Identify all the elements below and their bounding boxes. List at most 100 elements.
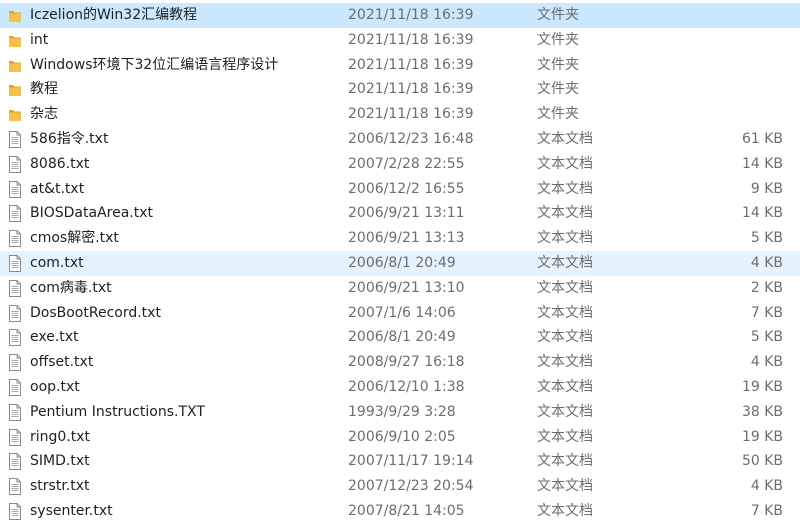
file-date-modified: 2021/11/18 16:39 bbox=[348, 31, 474, 48]
file-name: 586指令.txt bbox=[30, 130, 109, 147]
file-name: Iczelion的Win32汇编教程 bbox=[30, 7, 198, 23]
file-name: int bbox=[30, 31, 49, 48]
text-file-icon bbox=[8, 279, 22, 297]
file-size: 4 KB bbox=[750, 254, 783, 271]
text-file-icon bbox=[8, 205, 22, 223]
file-name: com病毒.txt bbox=[30, 279, 112, 296]
file-date-modified: 2007/8/21 14:05 bbox=[348, 502, 465, 519]
file-date-modified: 2007/2/28 22:55 bbox=[348, 155, 465, 172]
file-date-modified: 2021/11/18 16:39 bbox=[348, 106, 474, 123]
text-file-icon bbox=[8, 453, 22, 471]
file-date-modified: 2006/9/21 13:10 bbox=[348, 279, 465, 296]
file-type: 文本文档 bbox=[537, 155, 593, 172]
file-date-modified: 2006/12/10 1:38 bbox=[348, 378, 465, 395]
file-size: 5 KB bbox=[750, 329, 783, 346]
file-type: 文本文档 bbox=[537, 354, 593, 371]
file-row[interactable]: 8086.txt 2007/2/28 22:55 文本文档 14 KB bbox=[0, 152, 800, 177]
file-type: 文件夹 bbox=[537, 56, 579, 73]
file-name: DosBootRecord.txt bbox=[30, 304, 161, 321]
file-type: 文件夹 bbox=[537, 106, 579, 123]
file-list: Iczelion的Win32汇编教程 2021/11/18 16:39 文件夹 … bbox=[0, 3, 800, 524]
file-date-modified: 2007/12/23 20:54 bbox=[348, 478, 474, 495]
file-type: 文本文档 bbox=[537, 478, 593, 495]
file-name: offset.txt bbox=[30, 354, 94, 371]
text-file-icon bbox=[8, 502, 22, 520]
file-date-modified: 2007/11/17 19:14 bbox=[348, 453, 474, 470]
file-row[interactable]: Windows环境下32位汇编语言程序设计 2021/11/18 16:39 文… bbox=[0, 53, 800, 78]
text-file-icon bbox=[8, 329, 22, 347]
file-size: 4 KB bbox=[750, 478, 783, 495]
file-date-modified: 2008/9/27 16:18 bbox=[348, 354, 465, 371]
file-row[interactable]: int 2021/11/18 16:39 文件夹 bbox=[0, 28, 800, 53]
file-type: 文本文档 bbox=[537, 378, 593, 395]
file-row[interactable]: DosBootRecord.txt 2007/1/6 14:06 文本文档 7 … bbox=[0, 301, 800, 326]
file-name: oop.txt bbox=[30, 378, 80, 395]
file-size: 19 KB bbox=[741, 428, 783, 445]
text-file-icon bbox=[8, 155, 22, 173]
file-row[interactable]: BIOSDataArea.txt 2006/9/21 13:11 文本文档 14… bbox=[0, 201, 800, 226]
file-date-modified: 2021/11/18 16:39 bbox=[348, 81, 474, 98]
file-type: 文本文档 bbox=[537, 453, 593, 470]
file-type: 文本文档 bbox=[537, 428, 593, 445]
file-date-modified: 2006/8/1 20:49 bbox=[348, 329, 456, 346]
file-name: 杂志 bbox=[30, 106, 58, 123]
file-size: 61 KB bbox=[741, 130, 783, 147]
file-row[interactable]: oop.txt 2006/12/10 1:38 文本文档 19 KB bbox=[0, 375, 800, 400]
text-file-icon bbox=[8, 230, 22, 248]
file-row[interactable]: cmos解密.txt 2006/9/21 13:13 文本文档 5 KB bbox=[0, 226, 800, 251]
file-row[interactable]: Pentium Instructions.TXT 1993/9/29 3:28 … bbox=[0, 400, 800, 425]
file-size: 50 KB bbox=[741, 453, 783, 470]
folder-icon bbox=[8, 57, 22, 74]
file-row[interactable]: com病毒.txt 2006/9/21 13:10 文本文档 2 KB bbox=[0, 276, 800, 301]
file-row[interactable]: offset.txt 2008/9/27 16:18 文本文档 4 KB bbox=[0, 350, 800, 375]
file-name: SIMD.txt bbox=[30, 453, 90, 470]
file-name: BIOSDataArea.txt bbox=[30, 205, 153, 222]
file-row[interactable]: sysenter.txt 2007/8/21 14:05 文本文档 7 KB bbox=[0, 499, 800, 524]
file-size: 5 KB bbox=[750, 230, 783, 247]
file-row[interactable]: exe.txt 2006/8/1 20:49 文本文档 5 KB bbox=[0, 325, 800, 350]
file-type: 文本文档 bbox=[537, 304, 593, 321]
file-type: 文本文档 bbox=[537, 329, 593, 346]
file-date-modified: 2006/9/21 13:11 bbox=[348, 205, 465, 222]
file-date-modified: 2021/11/18 16:39 bbox=[348, 7, 474, 23]
text-file-icon bbox=[8, 478, 22, 496]
file-row[interactable]: ring0.txt 2006/9/10 2:05 文本文档 19 KB bbox=[0, 425, 800, 450]
file-date-modified: 2006/12/23 16:48 bbox=[348, 130, 474, 147]
file-size: 7 KB bbox=[750, 502, 783, 519]
text-file-icon bbox=[8, 254, 22, 272]
file-date-modified: 2007/1/6 14:06 bbox=[348, 304, 456, 321]
file-row[interactable]: 教程 2021/11/18 16:39 文件夹 bbox=[0, 77, 800, 102]
file-size: 19 KB bbox=[741, 378, 783, 395]
file-row[interactable]: com.txt 2006/8/1 20:49 文本文档 4 KB bbox=[0, 250, 800, 276]
file-type: 文本文档 bbox=[537, 254, 593, 271]
file-name: 教程 bbox=[30, 81, 58, 98]
file-date-modified: 2021/11/18 16:39 bbox=[348, 56, 474, 73]
file-name: at&t.txt bbox=[30, 180, 85, 197]
file-row[interactable]: at&t.txt 2006/12/2 16:55 文本文档 9 KB bbox=[0, 177, 800, 202]
file-type: 文件夹 bbox=[537, 7, 579, 23]
text-file-icon bbox=[8, 428, 22, 446]
file-row[interactable]: 杂志 2021/11/18 16:39 文件夹 bbox=[0, 102, 800, 127]
file-name: strstr.txt bbox=[30, 478, 90, 495]
file-row[interactable]: strstr.txt 2007/12/23 20:54 文本文档 4 KB bbox=[0, 474, 800, 499]
text-file-icon bbox=[8, 130, 22, 148]
file-size: 9 KB bbox=[750, 180, 783, 197]
file-size: 14 KB bbox=[741, 205, 783, 222]
file-name: Windows环境下32位汇编语言程序设计 bbox=[30, 56, 279, 73]
file-type: 文本文档 bbox=[537, 230, 593, 247]
file-type: 文本文档 bbox=[537, 279, 593, 296]
file-row[interactable]: 586指令.txt 2006/12/23 16:48 文本文档 61 KB bbox=[0, 127, 800, 152]
file-name: cmos解密.txt bbox=[30, 230, 119, 247]
file-row[interactable]: Iczelion的Win32汇编教程 2021/11/18 16:39 文件夹 bbox=[0, 3, 800, 28]
folder-icon bbox=[8, 32, 22, 49]
file-row[interactable]: SIMD.txt 2007/11/17 19:14 文本文档 50 KB bbox=[0, 449, 800, 474]
text-file-icon bbox=[8, 378, 22, 396]
text-file-icon bbox=[8, 304, 22, 322]
file-name: exe.txt bbox=[30, 329, 79, 346]
file-date-modified: 2006/9/21 13:13 bbox=[348, 230, 465, 247]
file-type: 文本文档 bbox=[537, 205, 593, 222]
file-type: 文本文档 bbox=[537, 130, 593, 147]
file-date-modified: 2006/12/2 16:55 bbox=[348, 180, 465, 197]
file-date-modified: 2006/9/10 2:05 bbox=[348, 428, 456, 445]
file-name: ring0.txt bbox=[30, 428, 91, 445]
